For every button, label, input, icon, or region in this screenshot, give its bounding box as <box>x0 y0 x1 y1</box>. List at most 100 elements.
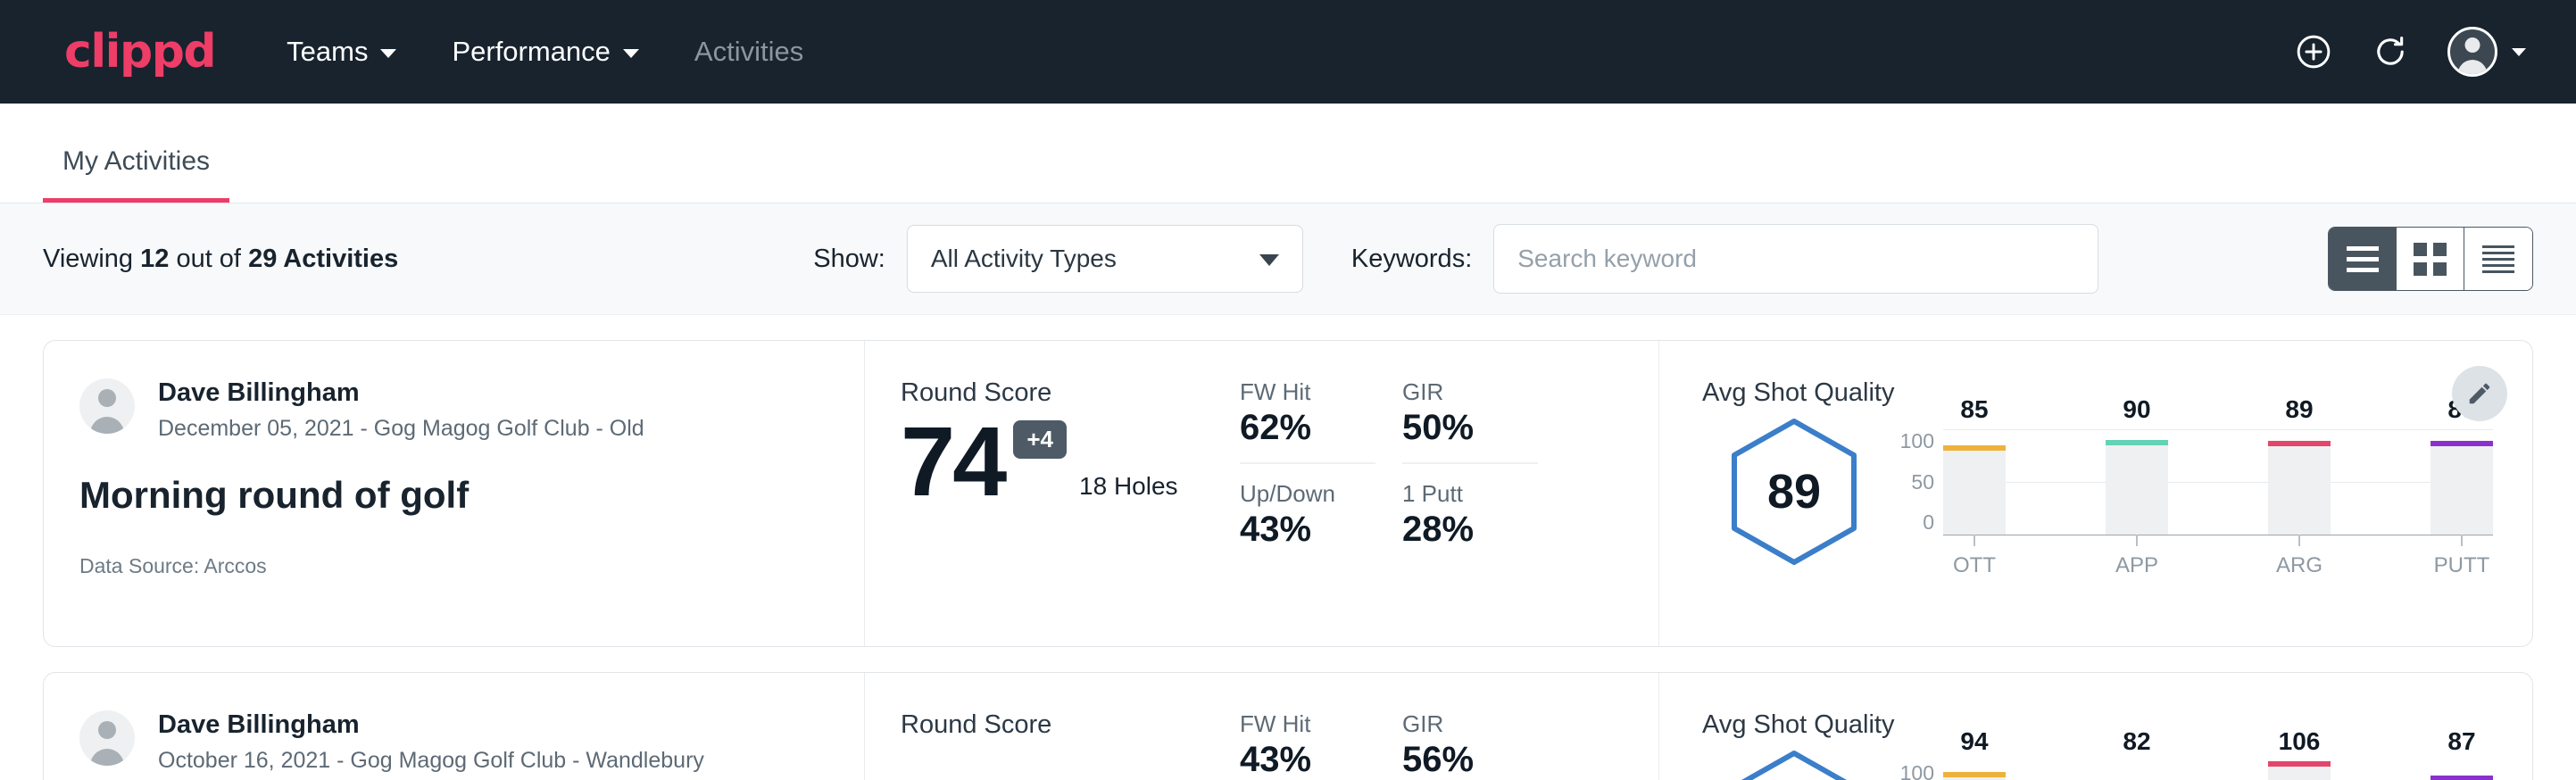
top-navbar: clippd Teams Performance Activities <box>0 0 2576 104</box>
chart-y-axis: 100 50 0 <box>1886 761 1943 780</box>
activity-meta: December 05, 2021 - Gog Magog Golf Club … <box>158 416 644 442</box>
x-tick-ott: OTT <box>1943 535 2006 578</box>
player-header: Dave Billingham December 05, 2021 - Gog … <box>79 378 828 442</box>
round-stats: FW Hit 62% GIR 50% Up/Down 43% 1 Putt 28… <box>1240 341 1659 646</box>
shot-quality-section: Avg Shot Quality 89 100 50 0 <box>1659 341 2532 646</box>
x-tick-ott-label: OTT <box>1953 553 1996 578</box>
y-tick-100: 100 <box>1886 761 1934 780</box>
chart-bar-ott: 85 <box>1943 429 2006 535</box>
view-mode-toggle <box>2328 227 2533 291</box>
stat-gir-value: 56% <box>1402 740 1538 780</box>
stat-gir-label: GIR <box>1402 710 1538 738</box>
chart-bar-app: 90 <box>2106 429 2168 535</box>
activity-info: Dave Billingham December 05, 2021 - Gog … <box>44 341 865 646</box>
tab-my-activities-label: My Activities <box>62 146 210 176</box>
shot-quality-chart: 100 50 0 94 82 <box>1886 749 2493 780</box>
activity-list: Dave Billingham December 05, 2021 - Gog … <box>0 315 2576 780</box>
search-input[interactable] <box>1493 224 2098 294</box>
chart-bar-arg-value: 106 <box>2279 727 2321 756</box>
chart-bar-ott-value: 94 <box>1960 727 1988 756</box>
view-mode-grid[interactable] <box>2397 228 2464 290</box>
x-tick-arg-label: ARG <box>2276 553 2323 578</box>
nav-item-teams[interactable]: Teams <box>287 36 396 68</box>
x-tick-app-label: APP <box>2115 553 2158 578</box>
avatar <box>79 710 135 766</box>
viewing-prefix: Viewing <box>43 245 133 273</box>
chevron-down-icon <box>380 49 396 58</box>
activity-title: Morning round of golf <box>79 474 828 517</box>
view-mode-compact[interactable] <box>2464 228 2532 290</box>
activity-data-source: Data Source: Arccos <box>79 554 828 578</box>
activity-card[interactable]: Dave Billingham October 16, 2021 - Gog M… <box>43 672 2533 780</box>
score-to-par-badge: +4 <box>1013 420 1067 459</box>
chart-bar-app-value: 90 <box>2123 395 2150 424</box>
round-stats: FW Hit 43% GIR 56% <box>1240 673 1659 780</box>
tab-my-activities[interactable]: My Activities <box>43 146 229 203</box>
stat-gir-value: 50% <box>1402 408 1538 448</box>
avg-shot-quality-hexagon <box>1727 749 1861 780</box>
chart-bar-ott: 94 <box>1943 761 2006 780</box>
stat-up-down-value: 43% <box>1240 510 1375 550</box>
chevron-down-icon <box>1259 254 1279 266</box>
chart-x-axis: OTT APP ARG PUTT <box>1943 535 2493 578</box>
stat-gir-label: GIR <box>1402 378 1538 406</box>
chart-bars: 85 90 89 <box>1943 429 2493 535</box>
nav-item-activities[interactable]: Activities <box>694 36 803 68</box>
grid-icon <box>2414 243 2447 276</box>
stat-fw-hit-value: 43% <box>1240 740 1375 780</box>
activity-meta: October 16, 2021 - Gog Magog Golf Club -… <box>158 748 704 774</box>
player-name: Dave Billingham <box>158 378 644 408</box>
nav-item-performance[interactable]: Performance <box>452 36 638 68</box>
stat-one-putt-value: 28% <box>1402 510 1538 550</box>
viewing-count: 12 <box>140 245 169 273</box>
activity-card[interactable]: Dave Billingham December 05, 2021 - Gog … <box>43 340 2533 647</box>
chart-bar-putt-value: 87 <box>2447 727 2475 756</box>
round-score-label: Round Score <box>901 378 1240 408</box>
chart-bar-app: 82 <box>2106 761 2168 780</box>
round-score-section: Round Score <box>865 673 1240 780</box>
plus-circle-icon[interactable] <box>2294 32 2333 71</box>
avatar <box>2447 27 2497 77</box>
stat-gir: GIR 50% <box>1402 378 1538 464</box>
chart-bar-app-value: 82 <box>2123 727 2150 756</box>
avatar <box>79 378 135 434</box>
y-tick-50: 50 <box>1886 470 1934 494</box>
shot-quality-chart: 100 50 0 85 <box>1886 417 2493 535</box>
chart-bars: 94 82 106 <box>1943 761 2493 780</box>
primary-nav: Teams Performance Activities <box>287 36 803 68</box>
show-filter-group: Show: All Activity Types <box>813 225 1303 293</box>
stat-fw-hit: FW Hit 43% <box>1240 710 1375 780</box>
activity-type-select[interactable]: All Activity Types <box>907 225 1303 293</box>
chart-bar-arg: 89 <box>2268 429 2331 535</box>
refresh-icon[interactable] <box>2371 32 2410 71</box>
activity-info: Dave Billingham October 16, 2021 - Gog M… <box>44 673 865 780</box>
view-mode-list[interactable] <box>2329 228 2397 290</box>
stat-gir: GIR 56% <box>1402 710 1538 780</box>
chart-plot-area: 94 82 106 <box>1943 761 2493 780</box>
chart-plot-area: 85 90 89 <box>1943 429 2493 535</box>
nav-item-performance-label: Performance <box>452 36 610 68</box>
app-logo[interactable]: clippd <box>64 25 215 79</box>
avg-shot-quality-hexagon: 89 <box>1727 417 1861 567</box>
tab-bar: My Activities <box>0 104 2576 203</box>
stat-fw-hit-label: FW Hit <box>1240 710 1375 738</box>
account-menu[interactable] <box>2447 27 2526 77</box>
chart-bar-putt: 89 <box>2431 429 2493 535</box>
edit-icon <box>2466 380 2493 407</box>
nav-actions <box>2294 27 2526 77</box>
stat-fw-hit-value: 62% <box>1240 408 1375 448</box>
viewing-total: 29 Activities <box>248 245 398 273</box>
chart-y-axis: 100 50 0 <box>1886 429 1943 535</box>
stat-up-down-label: Up/Down <box>1240 480 1375 508</box>
chevron-down-icon <box>2512 48 2526 56</box>
edit-activity-button[interactable] <box>2452 366 2507 421</box>
chevron-down-icon <box>623 49 639 58</box>
compact-list-icon <box>2482 245 2514 273</box>
round-score-section: Round Score 74 +4 18 Holes <box>865 341 1240 646</box>
x-tick-arg: ARG <box>2268 535 2331 578</box>
player-header: Dave Billingham October 16, 2021 - Gog M… <box>79 710 828 774</box>
keywords-label: Keywords: <box>1351 245 1472 274</box>
stat-fw-hit: FW Hit 62% <box>1240 378 1375 464</box>
activity-count-summary: Viewing 12 out of 29 Activities <box>43 245 398 274</box>
keywords-group: Keywords: <box>1351 224 2098 294</box>
